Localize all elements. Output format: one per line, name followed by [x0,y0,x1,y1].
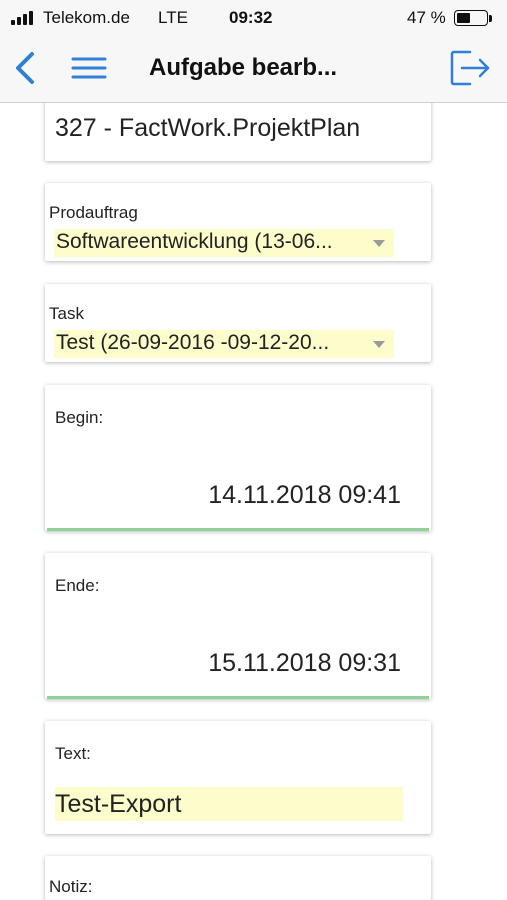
notiz-card[interactable]: Notiz: [45,856,431,900]
navigation-bar: Aufgabe bearb... [0,36,507,103]
logout-button[interactable] [448,48,494,88]
form-content[interactable]: 327 - FactWork.ProjektPlan Prodauftrag S… [0,103,507,900]
battery-icon [454,10,494,28]
carrier-name: Telekom.de [43,8,130,27]
begin-datetime[interactable]: 14.11.2018 09:41 [208,481,401,510]
chevron-left-icon [16,52,34,84]
ende-card[interactable]: Ende: 15.11.2018 09:31 [45,553,431,699]
text-input[interactable]: Test-Export [55,787,403,821]
prodauftrag-label: Prodauftrag [49,203,138,222]
project-value: 327 - FactWork.ProjektPlan [55,114,361,142]
dropdown-arrow-icon [373,341,385,348]
task-value: Test (26-09-2016 -09-12-20... [56,331,330,354]
begin-focus-line [47,528,429,531]
clock: 09:32 [229,8,273,27]
network-type: LTE [158,8,188,27]
battery-percentage: 47 % [407,8,446,27]
text-input-value: Test-Export [55,790,182,818]
logout-icon [450,50,490,86]
dropdown-arrow-icon [373,240,385,247]
text-card: Text: Test-Export [45,721,431,834]
task-label: Task [49,304,84,323]
ende-focus-line [47,696,429,699]
status-bar: Telekom.de LTE 09:32 47 % [0,0,507,36]
begin-card[interactable]: Begin: 14.11.2018 09:41 [45,385,431,531]
prodauftrag-select[interactable]: Softwareentwicklung (13-06... [54,229,394,257]
task-select[interactable]: Test (26-09-2016 -09-12-20... [54,330,394,358]
project-card[interactable]: 327 - FactWork.ProjektPlan [45,103,431,161]
signal-strength-icon [11,11,37,25]
ende-label: Ende: [55,576,100,595]
menu-button[interactable] [70,52,108,84]
text-label: Text: [55,744,91,763]
task-card: Task Test (26-09-2016 -09-12-20... [45,284,431,362]
prodauftrag-value: Softwareentwicklung (13-06... [56,230,333,253]
hamburger-menu-icon [71,57,107,79]
begin-label: Begin: [55,408,104,427]
page-title: Aufgabe bearb... [149,54,338,81]
prodauftrag-card: Prodauftrag Softwareentwicklung (13-06..… [45,183,431,261]
back-button[interactable] [10,50,40,86]
ende-datetime[interactable]: 15.11.2018 09:31 [208,649,401,678]
notiz-label: Notiz: [49,877,93,896]
